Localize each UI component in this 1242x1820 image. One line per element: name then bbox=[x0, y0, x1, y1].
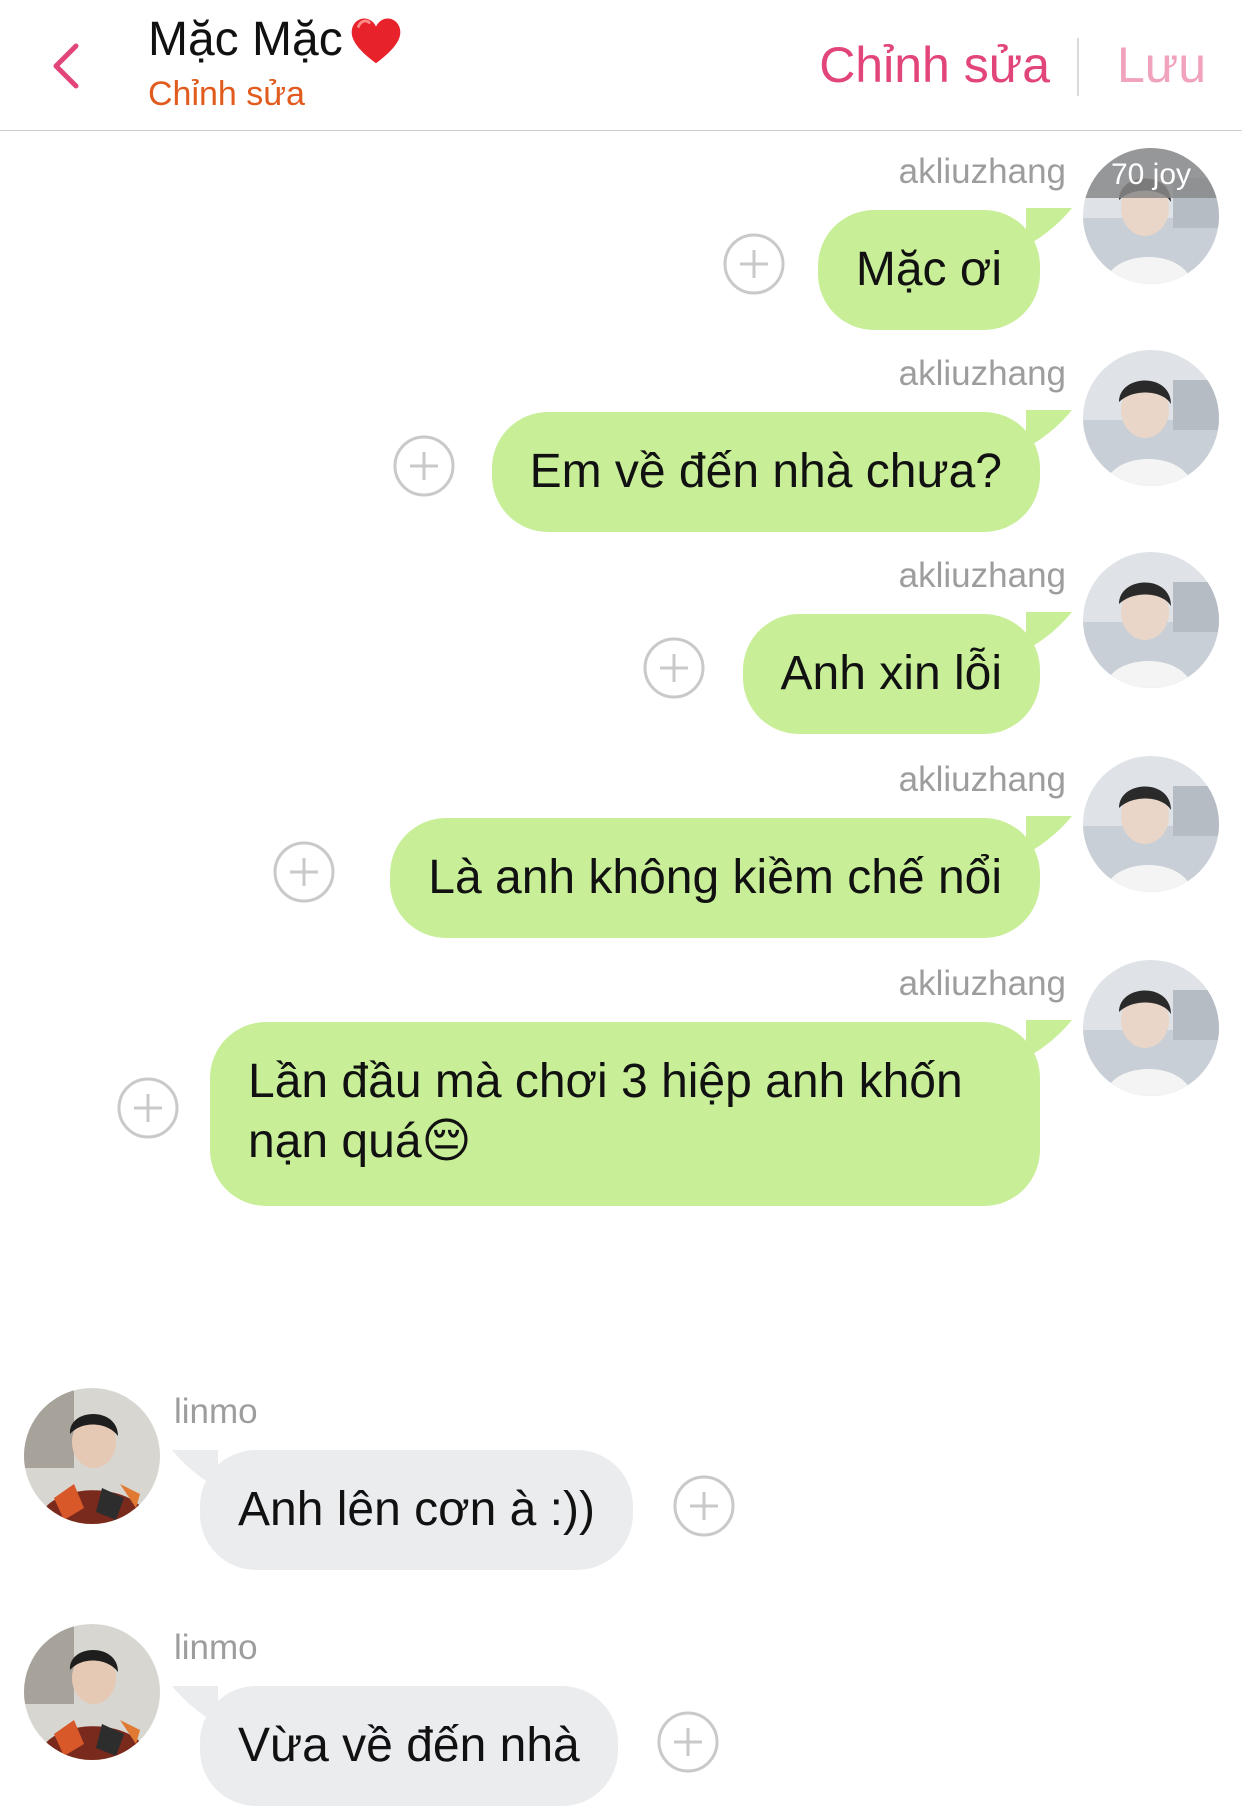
red-heart-icon bbox=[351, 18, 401, 64]
circle-plus-icon[interactable] bbox=[272, 840, 336, 904]
sender-username: linmo bbox=[174, 1392, 258, 1431]
circle-plus-icon[interactable] bbox=[392, 434, 456, 498]
circle-plus-icon[interactable] bbox=[642, 636, 706, 700]
circle-plus-icon[interactable] bbox=[116, 1076, 180, 1140]
sender-username: akliuzhang bbox=[898, 964, 1066, 1003]
circle-plus-icon[interactable] bbox=[656, 1710, 720, 1774]
sender-username: akliuzhang bbox=[898, 556, 1066, 595]
save-button[interactable]: Lưu bbox=[1117, 36, 1206, 94]
message-bubble[interactable]: Anh lên cơn à :)) bbox=[200, 1450, 633, 1570]
edit-button[interactable]: Chỉnh sửa bbox=[819, 36, 1050, 94]
avatar[interactable] bbox=[1083, 756, 1219, 892]
avatar-photo bbox=[1083, 756, 1219, 892]
sender-username: akliuzhang bbox=[898, 354, 1066, 393]
avatar[interactable] bbox=[24, 1624, 160, 1760]
avatar-photo bbox=[24, 1388, 160, 1524]
chat-header: Mặc Mặc Chỉnh sửa Chỉnh sửa Lưu bbox=[0, 0, 1242, 131]
sender-username: linmo bbox=[174, 1628, 258, 1667]
chat-title: Mặc Mặc bbox=[148, 8, 405, 72]
avatar-photo bbox=[24, 1624, 160, 1760]
message-bubble[interactable]: Mặc ơi bbox=[817, 210, 1040, 330]
message-bubble[interactable]: Em về đến nhà chưa? bbox=[491, 412, 1040, 532]
avatar[interactable] bbox=[1083, 960, 1219, 1096]
message-bubble[interactable]: Anh xin lỗi bbox=[742, 614, 1040, 734]
chat-title-text: Mặc Mặc bbox=[148, 13, 343, 66]
avatar[interactable] bbox=[1083, 552, 1219, 688]
avatar-photo: 70 joy bbox=[1083, 148, 1219, 284]
header-divider bbox=[1077, 38, 1079, 96]
avatar-watermark: 70 joy bbox=[1111, 158, 1191, 191]
avatar[interactable] bbox=[24, 1388, 160, 1524]
message-bubble[interactable]: Là anh không kiềm chế nổi bbox=[390, 818, 1040, 938]
avatar-photo bbox=[1083, 552, 1219, 688]
message-bubble[interactable]: Vừa về đến nhà bbox=[200, 1686, 618, 1806]
avatar[interactable]: 70 joy bbox=[1083, 148, 1219, 284]
chevron-left-icon[interactable] bbox=[38, 36, 98, 96]
avatar[interactable] bbox=[1083, 350, 1219, 486]
title-block: Mặc Mặc Chỉnh sửa bbox=[148, 8, 405, 114]
chat-subtitle[interactable]: Chỉnh sửa bbox=[148, 74, 405, 114]
sender-username: akliuzhang bbox=[898, 760, 1066, 799]
circle-plus-icon[interactable] bbox=[722, 232, 786, 296]
avatar-photo bbox=[1083, 960, 1219, 1096]
avatar-photo bbox=[1083, 350, 1219, 486]
circle-plus-icon[interactable] bbox=[672, 1474, 736, 1538]
sender-username: akliuzhang bbox=[898, 152, 1066, 191]
message-bubble[interactable]: Lần đầu mà chơi 3 hiệp anh khốn nạn quá😔 bbox=[210, 1022, 1040, 1206]
